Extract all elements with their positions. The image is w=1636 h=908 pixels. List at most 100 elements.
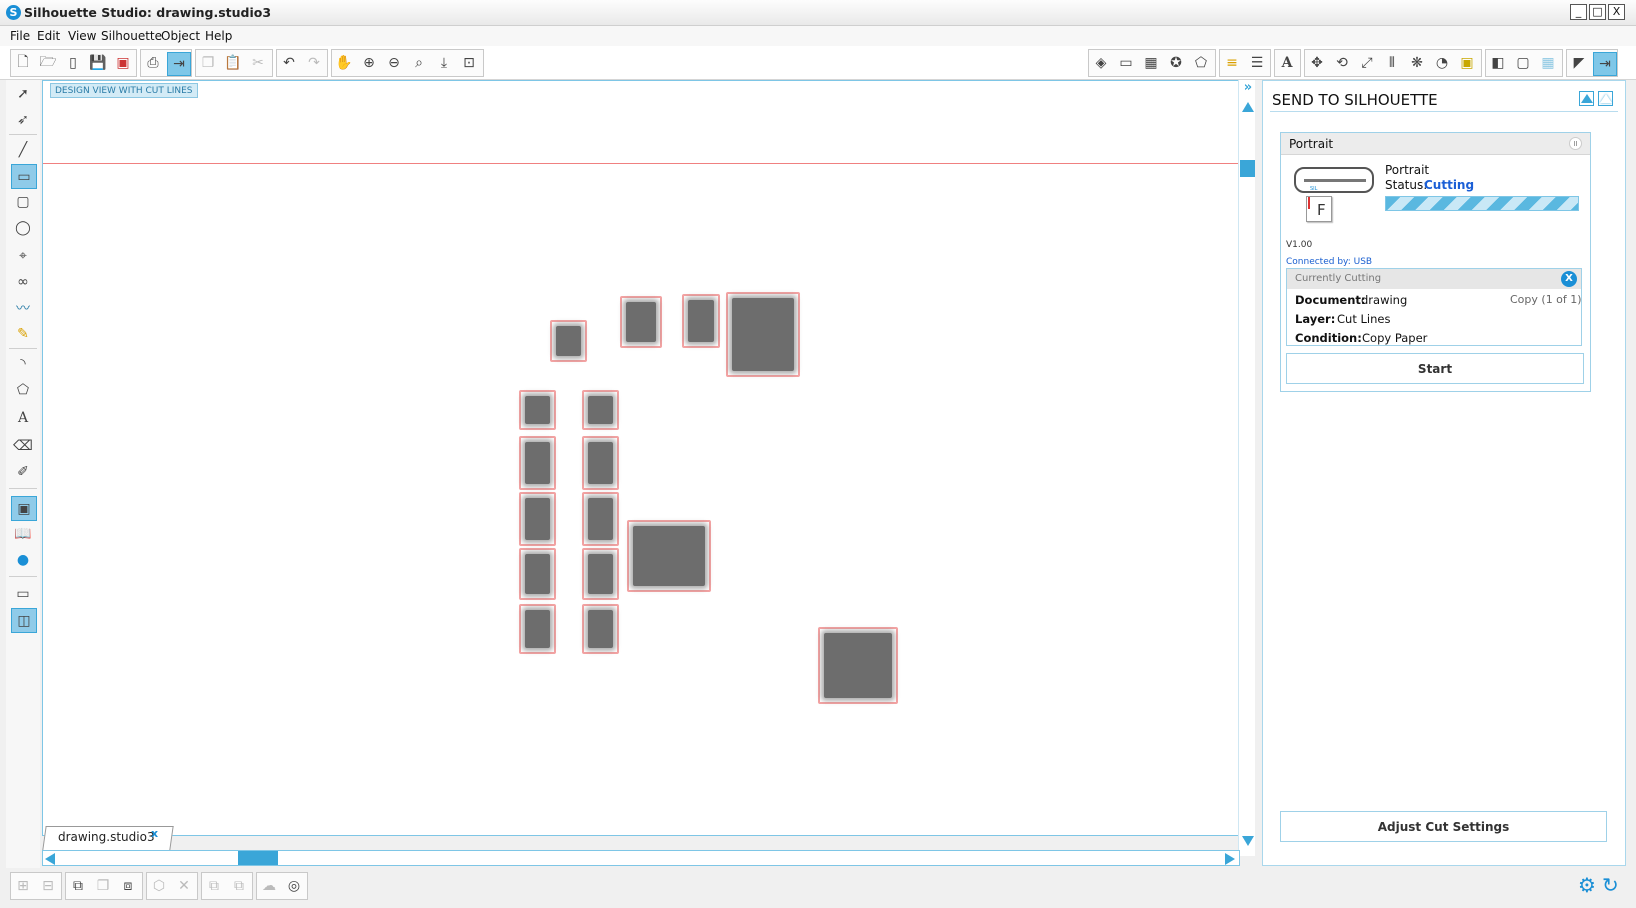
- zoom-in-icon[interactable]: ⊕: [358, 52, 380, 74]
- send-panel-icon[interactable]: ⇥: [1593, 52, 1617, 76]
- scroll-up-icon[interactable]: [1242, 102, 1254, 112]
- menu-help[interactable]: Help: [205, 29, 232, 43]
- design-shape[interactable]: [582, 492, 619, 546]
- ellipse-tool-icon[interactable]: ◯: [11, 216, 35, 239]
- single-view-icon[interactable]: ▭: [11, 582, 35, 605]
- scroll-left-icon[interactable]: [45, 853, 55, 865]
- silhouette-store-icon[interactable]: ●: [11, 548, 35, 571]
- scroll-right-icon[interactable]: [1225, 853, 1235, 865]
- polygon-tool-icon[interactable]: ⌖: [11, 244, 35, 267]
- regular-polygon-icon[interactable]: ⬠: [11, 378, 35, 401]
- cloud-icon[interactable]: ☁: [258, 875, 280, 897]
- panel-maximize-icon[interactable]: [1598, 91, 1613, 106]
- pause-icon[interactable]: II: [1569, 137, 1582, 150]
- offset-icon[interactable]: ▣: [1456, 52, 1478, 74]
- weld-icon[interactable]: ⬡: [148, 875, 170, 897]
- design-shape[interactable]: [726, 292, 800, 377]
- print-icon[interactable]: ⎙: [142, 52, 164, 74]
- grid-icon[interactable]: ▦: [1140, 52, 1162, 74]
- design-store-icon[interactable]: ◤: [1568, 52, 1590, 74]
- delete-icon[interactable]: ✕: [173, 875, 195, 897]
- scroll-down-icon[interactable]: [1242, 836, 1254, 846]
- send-backward-icon[interactable]: ⧉: [228, 875, 250, 897]
- horizontal-scrollbar[interactable]: [42, 850, 1240, 866]
- split-view-icon[interactable]: ◫: [11, 608, 37, 633]
- design-shape[interactable]: [582, 548, 619, 600]
- bring-forward-icon[interactable]: ⧉: [203, 875, 225, 897]
- rounded-rectangle-icon[interactable]: ▢: [11, 190, 35, 213]
- design-shape[interactable]: [582, 436, 619, 490]
- design-shape[interactable]: [550, 320, 587, 362]
- align-icon[interactable]: ⫴: [1381, 52, 1403, 74]
- fill-icon[interactable]: ◈: [1090, 52, 1112, 74]
- ungroup-icon[interactable]: ⊟: [37, 875, 59, 897]
- save-to-library-icon[interactable]: ▣: [112, 52, 134, 74]
- cut-scissors-icon[interactable]: ✂: [247, 52, 269, 74]
- arc-tool-icon[interactable]: ◝: [11, 352, 35, 375]
- registration-icon[interactable]: ✪: [1165, 52, 1187, 74]
- document-tab-label[interactable]: drawing.studio3: [58, 830, 155, 844]
- design-shape[interactable]: [519, 548, 556, 600]
- cancel-cut-icon[interactable]: X: [1561, 271, 1577, 287]
- design-shape[interactable]: [818, 627, 898, 704]
- close-window-button[interactable]: X: [1608, 4, 1625, 20]
- group-icon[interactable]: ⊞: [12, 875, 34, 897]
- zoom-out-icon[interactable]: ⊖: [383, 52, 405, 74]
- line-color-icon[interactable]: ≡: [1221, 52, 1243, 74]
- maximize-button[interactable]: □: [1589, 4, 1606, 20]
- menu-view[interactable]: View: [68, 29, 96, 43]
- cut-settings-icon[interactable]: ⬠: [1190, 52, 1212, 74]
- text-tool-icon[interactable]: A: [11, 406, 35, 429]
- start-button[interactable]: Start: [1286, 353, 1584, 384]
- undo-icon[interactable]: ↶: [278, 52, 300, 74]
- send-to-cutter-icon[interactable]: ⇥: [167, 52, 191, 76]
- line-style-icon[interactable]: ☰: [1246, 52, 1268, 74]
- design-shape[interactable]: [519, 492, 556, 546]
- target-icon[interactable]: ◎: [283, 875, 305, 897]
- replicate-icon[interactable]: ❋: [1406, 52, 1428, 74]
- trace-icon[interactable]: ◧: [1487, 52, 1509, 74]
- drag-zoom-icon[interactable]: ⤓: [433, 52, 455, 74]
- eraser-tool-icon[interactable]: ⌫: [11, 434, 35, 457]
- make-compound-icon[interactable]: ⧉: [67, 875, 89, 897]
- menu-file[interactable]: File: [10, 29, 30, 43]
- design-shape[interactable]: [582, 604, 619, 654]
- new-document-icon[interactable]: 🗋: [12, 52, 34, 74]
- horizontal-scroll-thumb[interactable]: [238, 851, 278, 865]
- pan-hand-icon[interactable]: ✋: [333, 52, 355, 74]
- design-canvas[interactable]: [42, 80, 1240, 836]
- design-shape[interactable]: [519, 436, 556, 490]
- document-tab-close-icon[interactable]: x: [151, 827, 158, 840]
- line-tool-icon[interactable]: ╱: [11, 138, 35, 161]
- fit-to-page-icon[interactable]: ⊡: [458, 52, 480, 74]
- scale-icon[interactable]: ⤢: [1356, 52, 1378, 74]
- design-page-icon[interactable]: ▣: [11, 496, 37, 521]
- text-style-icon[interactable]: A: [1276, 52, 1298, 74]
- menu-silhouette[interactable]: Silhouette: [101, 29, 162, 43]
- release-compound-icon[interactable]: ❐: [92, 875, 114, 897]
- menu-object[interactable]: Object: [161, 29, 200, 43]
- library-icon[interactable]: ▯: [62, 52, 84, 74]
- knife-icon[interactable]: ▢: [1512, 52, 1534, 74]
- minimize-button[interactable]: _: [1570, 4, 1587, 20]
- adjust-cut-settings-button[interactable]: Adjust Cut Settings: [1280, 811, 1607, 842]
- smooth-freehand-icon[interactable]: ✎: [11, 322, 35, 345]
- design-shape[interactable]: [519, 604, 556, 654]
- knife-tool-icon[interactable]: ✐: [11, 460, 35, 483]
- design-shape[interactable]: [519, 390, 556, 430]
- page-setup-icon[interactable]: ▭: [1115, 52, 1137, 74]
- library-book-icon[interactable]: 📖: [11, 522, 35, 545]
- menu-edit[interactable]: Edit: [37, 29, 60, 43]
- rectangle-tool-icon[interactable]: ▭: [11, 164, 37, 189]
- modify-icon[interactable]: ◔: [1431, 52, 1453, 74]
- paste-icon[interactable]: 📋: [222, 52, 244, 74]
- copy-icon[interactable]: ❐: [197, 52, 219, 74]
- freehand-tool-icon[interactable]: 〰: [11, 296, 35, 319]
- layers-icon[interactable]: ▦: [1537, 52, 1559, 74]
- refresh-icon[interactable]: ↻: [1602, 873, 1619, 897]
- select-arrow-icon[interactable]: ➚: [11, 82, 35, 105]
- arrange-icon[interactable]: ⧈: [117, 875, 139, 897]
- zoom-select-icon[interactable]: ⌕: [408, 52, 430, 74]
- redo-icon[interactable]: ↷: [303, 52, 325, 74]
- panel-minimize-icon[interactable]: [1579, 91, 1594, 106]
